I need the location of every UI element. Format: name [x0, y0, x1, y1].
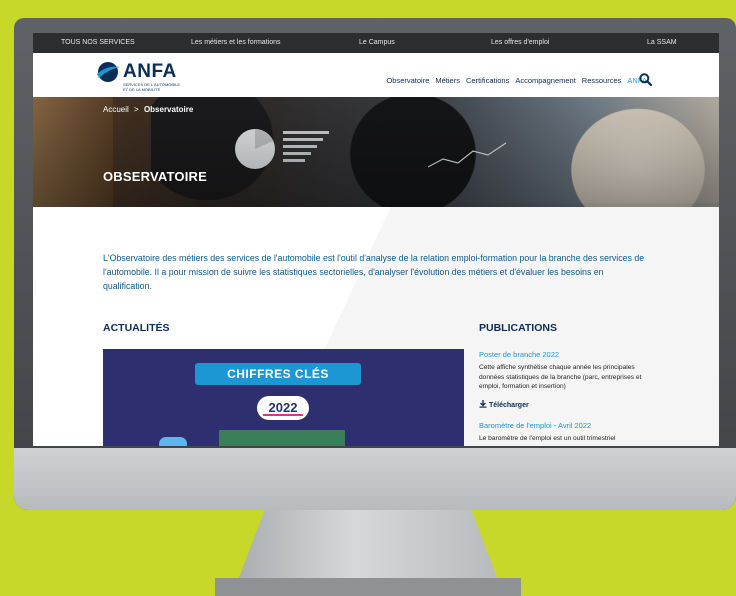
publications-section-title: PUBLICATIONS — [479, 322, 557, 334]
services-bar-item[interactable]: Le Campus — [359, 39, 395, 46]
publication-title[interactable]: Poster de branche 2022 — [479, 350, 559, 359]
publication-title[interactable]: Baromètre de l'emploi - Avril 2022 — [479, 421, 591, 430]
news-badge: CHIFFRES CLÉS — [195, 363, 361, 385]
services-bar-item[interactable]: Les offres d'emploi — [491, 39, 549, 46]
logo-subtitle: SERVICES DE L'AUTOMOBILE ET DE LA MOBILI… — [123, 82, 181, 92]
breadcrumb-current: Observatoire — [143, 105, 194, 114]
download-icon — [479, 400, 487, 408]
page-title: OBSERVATOIRE — [103, 169, 208, 184]
intro-text: L'Observatoire des métiers des services … — [103, 253, 645, 291]
anfa-logo[interactable]: ANFA SERVICES DE L'AUTOMOBILE ET DE LA M… — [95, 61, 205, 92]
nav-observatoire[interactable]: Observatoire — [386, 76, 429, 85]
monitor-chin — [14, 448, 736, 510]
news-year: 2022 — [257, 396, 309, 420]
nav-ressources[interactable]: Ressources — [582, 76, 622, 85]
nav-accompagnement[interactable]: Accompagnement — [515, 76, 575, 85]
logo-mark-icon — [97, 62, 120, 82]
download-label: Télécharger — [489, 402, 529, 409]
services-bar-item[interactable]: TOUS NOS SERVICES — [61, 39, 135, 46]
nav-metiers[interactable]: Métiers — [435, 76, 460, 85]
services-bar-item[interactable]: Les métiers et les formations — [191, 39, 280, 46]
breadcrumb: Accueil > Observatoire — [103, 105, 193, 114]
download-link[interactable]: Télécharger — [479, 400, 529, 409]
logo-text: ANFA — [123, 61, 177, 82]
publication-description: Le baromètre de l'emploi est un outil tr… — [479, 435, 616, 442]
services-bar: TOUS NOS SERVICES Les métiers et les for… — [33, 33, 719, 53]
site-header: ANFA SERVICES DE L'AUTOMOBILE ET DE LA M… — [33, 53, 719, 97]
monitor-stand-base — [215, 578, 521, 596]
breadcrumb-separator: > — [134, 105, 139, 114]
nav-certifications[interactable]: Certifications — [466, 76, 509, 85]
news-card[interactable]: CHIFFRES CLÉS 2022 — [103, 349, 464, 446]
news-section-title: ACTUALITÉS — [103, 322, 170, 334]
infographic-preview — [219, 430, 345, 446]
services-bar-item[interactable]: La SSAM — [647, 39, 677, 46]
breadcrumb-home[interactable]: Accueil — [103, 105, 129, 114]
search-icon[interactable] — [639, 73, 652, 86]
main-nav: Observatoire Métiers Certifications Acco… — [380, 76, 647, 85]
publication-description: Cette affiche synthétise chaque année le… — [479, 364, 642, 390]
cloud-graphic — [159, 437, 187, 446]
screen: TOUS NOS SERVICES Les métiers et les for… — [33, 33, 719, 446]
